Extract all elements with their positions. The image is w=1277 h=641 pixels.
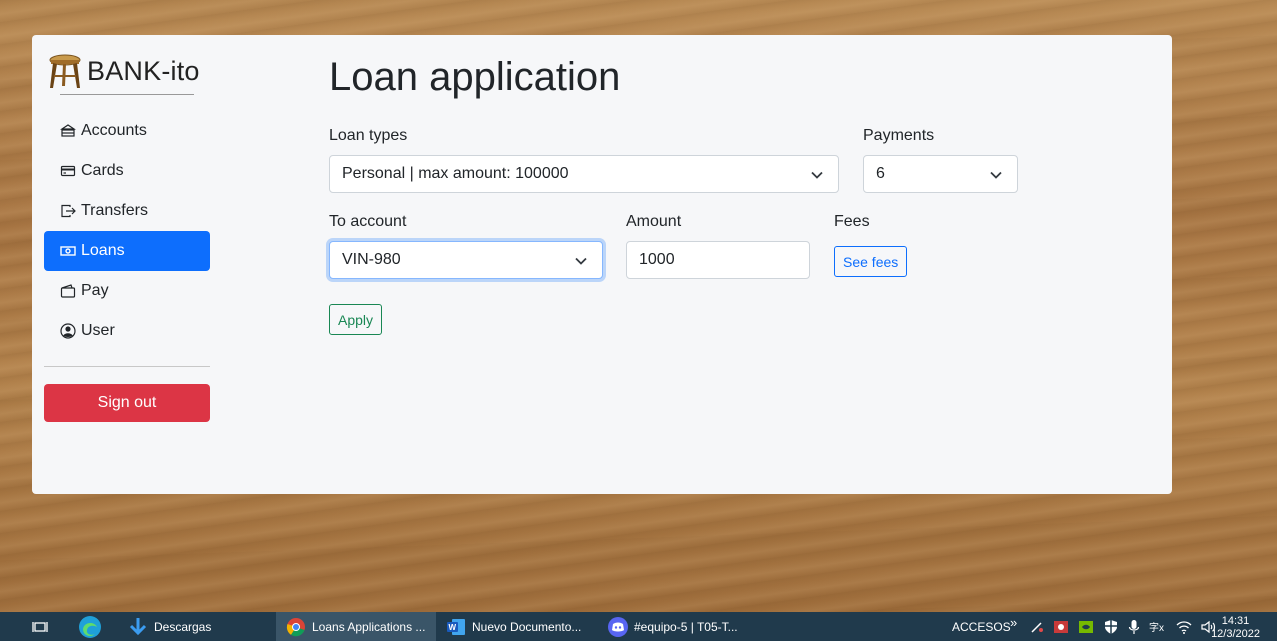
svg-text:W: W (449, 623, 457, 632)
recorder-icon[interactable] (1053, 620, 1069, 634)
security-shield-icon[interactable] (1103, 619, 1119, 635)
microphone-icon[interactable] (1128, 619, 1140, 635)
taskbar-item-word[interactable]: W Nuevo Documento... (446, 612, 596, 641)
discord-icon (608, 616, 628, 637)
main-card: BANK-ito Accounts Cards Transfers Loans (32, 35, 1172, 494)
user-circle-icon (60, 323, 76, 339)
clock-time: 14:31 (1221, 615, 1250, 627)
system-clock[interactable]: 14:31 12/3/2022 (1211, 615, 1260, 641)
payments-label: Payments (863, 127, 935, 144)
sidebar-item-label: Accounts (81, 122, 147, 139)
brand-name: BANK-ito (87, 55, 200, 86)
chrome-icon (286, 617, 305, 636)
amount-input[interactable]: 1000 (626, 241, 810, 279)
payments-select[interactable]: 6 (863, 155, 1018, 193)
download-arrow-icon (129, 617, 147, 635)
taskbar-item-discord[interactable]: #equipo-5 | T05-T... (608, 612, 758, 641)
clock-date: 12/3/2022 (1211, 628, 1260, 640)
bank-icon (60, 123, 76, 139)
to-account-label: To account (329, 213, 407, 230)
apply-button[interactable]: Apply (329, 304, 383, 335)
sign-out-button[interactable]: Sign out (44, 384, 210, 422)
system-tray-icons: 字x (1030, 612, 1217, 641)
edge-browser-icon (79, 615, 101, 638)
loan-types-value: Personal | max amount: 100000 (342, 165, 569, 182)
wifi-icon[interactable] (1176, 620, 1192, 634)
task-view-button[interactable] (28, 612, 52, 641)
svg-text:字x: 字x (1149, 621, 1164, 634)
keyboard-language-icon[interactable]: 字x (1149, 620, 1167, 634)
pen-icon[interactable] (1030, 620, 1044, 634)
stool-logo-icon (49, 54, 81, 88)
chevron-down-icon (575, 257, 587, 265)
sidebar-item-label: Loans (81, 242, 125, 259)
taskbar: Descargas Loans Applications ... W Nuevo… (0, 612, 1277, 641)
edge-button[interactable] (76, 612, 104, 641)
taskbar-item-downloads[interactable]: Descargas (128, 612, 268, 641)
sidebar-item-label: Transfers (81, 202, 148, 219)
sidebar-divider (44, 366, 210, 367)
loan-types-label: Loan types (329, 127, 408, 144)
sidebar-item-loans[interactable]: Loans (44, 231, 210, 271)
chevron-down-icon (990, 171, 1002, 179)
to-account-value: VIN-980 (342, 251, 401, 268)
brand-divider (60, 94, 194, 95)
see-fees-button[interactable]: See fees (834, 246, 908, 277)
wallet-icon (60, 283, 76, 299)
taskbar-item-label: Nuevo Documento... (472, 619, 582, 634)
tray-chevron[interactable]: » (1010, 608, 1017, 637)
sidebar-item-label: Cards (81, 162, 124, 179)
word-icon: W (447, 618, 465, 635)
chevron-down-icon (811, 171, 823, 179)
taskbar-item-chrome[interactable]: Loans Applications ... (276, 612, 436, 641)
transfer-icon (60, 203, 76, 219)
taskbar-item-label: #equipo-5 | T05-T... (634, 619, 738, 634)
sidebar-item-accounts[interactable]: Accounts (44, 111, 210, 151)
tray-accesos[interactable]: ACCESOS (952, 612, 1011, 641)
sidebar-item-user[interactable]: User (44, 311, 210, 351)
brand[interactable]: BANK-ito (48, 53, 200, 89)
cash-icon (60, 243, 76, 259)
sidebar-item-cards[interactable]: Cards (44, 151, 210, 191)
page-title: Loan application (329, 55, 621, 99)
credit-card-icon (60, 163, 76, 179)
task-view-icon (32, 621, 48, 632)
sidebar-item-label: Pay (81, 282, 109, 299)
to-account-select[interactable]: VIN-980 (329, 241, 603, 279)
taskbar-item-label: Loans Applications ... (312, 619, 426, 634)
amount-label: Amount (626, 213, 682, 230)
taskbar-item-label: Descargas (154, 619, 212, 634)
payments-value: 6 (876, 165, 885, 182)
tray-accesos-label: ACCESOS (952, 619, 1011, 634)
sidebar-nav: Accounts Cards Transfers Loans Pay User (44, 111, 210, 351)
fees-label: Fees (834, 213, 870, 230)
sidebar-item-label: User (81, 322, 115, 339)
amount-value: 1000 (639, 251, 675, 268)
chevron-right-icon: » (1010, 615, 1018, 630)
nvidia-icon[interactable] (1078, 620, 1094, 634)
sidebar-item-transfers[interactable]: Transfers (44, 191, 210, 231)
sidebar-item-pay[interactable]: Pay (44, 271, 210, 311)
loan-types-select[interactable]: Personal | max amount: 100000 (329, 155, 839, 193)
